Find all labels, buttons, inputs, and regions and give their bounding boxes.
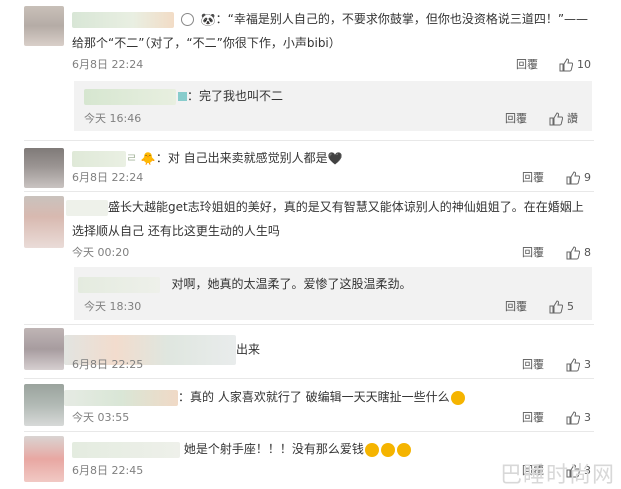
- emoji-icon: [364, 442, 379, 457]
- divider: [24, 191, 594, 192]
- avatar[interactable]: [24, 384, 64, 426]
- like-button[interactable]: 8: [566, 245, 591, 261]
- thumbs-up-icon: [559, 58, 573, 72]
- thumbs-up-icon: [566, 246, 580, 260]
- like-button[interactable]: 10: [559, 57, 591, 73]
- comment-text-cont: 给那个“不二”（对了，“不二”你很下作，小声bibi）: [72, 36, 341, 50]
- username[interactable]: [84, 88, 176, 105]
- timestamp: 今天 00:20: [72, 246, 130, 259]
- emoji-icon: [396, 442, 411, 457]
- divider: [24, 324, 594, 325]
- timestamp: 今天 03:55: [72, 411, 130, 424]
- comment-text: ：真的 人家喜欢就行了 破编辑一天天瞎扯一些什么: [64, 388, 466, 406]
- comment-text: 🐼：“幸福是别人自己的，不要求你鼓掌，但你也没资格说三道四！”——: [72, 10, 588, 29]
- like-button[interactable]: 9: [566, 170, 591, 186]
- timestamp: 6月8日 22:24: [72, 58, 144, 71]
- divider: [24, 378, 594, 379]
- avatar[interactable]: [24, 148, 64, 188]
- timestamp: 6月8日 22:45: [72, 464, 144, 477]
- reply-text: ：完了我也叫不二: [84, 87, 283, 105]
- panda-icon: 🐼: [200, 12, 216, 27]
- reply-text: 对啊，她真的太温柔了。爱惨了这股温柔劲。: [78, 275, 411, 293]
- avatar[interactable]: [24, 436, 64, 482]
- timestamp: 今天 18:30: [84, 300, 142, 313]
- emoji-icon: [380, 442, 395, 457]
- comment-list: 🐼：“幸福是别人自己的，不要求你鼓掌，但你也没资格说三道四！”—— 给那个“不二…: [0, 0, 621, 489]
- timestamp: 6月8日 22:25: [72, 358, 144, 371]
- username[interactable]: [78, 276, 160, 293]
- heart-icon: 🖤: [327, 151, 343, 166]
- avatar[interactable]: [24, 196, 64, 248]
- emoji-icon: [178, 92, 187, 101]
- divider: [24, 431, 594, 432]
- timestamp: 今天 16:46: [84, 112, 142, 125]
- username[interactable]: [72, 150, 126, 167]
- thumbs-up-icon: [549, 300, 563, 314]
- like-button[interactable]: 3: [566, 357, 591, 373]
- thumbs-up-icon: [566, 358, 580, 372]
- like-button[interactable]: 3: [566, 410, 591, 426]
- reply-button[interactable]: 回覆: [522, 410, 544, 426]
- timestamp: 6月8日 22:24: [72, 171, 144, 184]
- username[interactable]: [72, 441, 180, 458]
- reply-button[interactable]: 回覆: [505, 299, 527, 315]
- username[interactable]: [66, 199, 108, 216]
- reply-button[interactable]: 回覆: [522, 357, 544, 373]
- stopwatch-icon: [180, 13, 194, 26]
- reply-button[interactable]: 回覆: [516, 57, 538, 73]
- emoji-icon: 🐥: [140, 151, 156, 166]
- reply-button[interactable]: 回覆: [522, 245, 544, 261]
- thumbs-up-icon: [566, 171, 580, 185]
- username[interactable]: [64, 389, 178, 406]
- thumbs-up-icon: [549, 112, 563, 126]
- emoji-icon: [450, 390, 465, 405]
- avatar[interactable]: [24, 6, 64, 46]
- avatar[interactable]: [24, 328, 64, 370]
- username[interactable]: [72, 11, 174, 28]
- like-button[interactable]: 5: [549, 299, 574, 315]
- reply-button[interactable]: 回覆: [522, 170, 544, 186]
- watermark: 巴睡时尚网: [499, 463, 615, 488]
- comment-text-cont: 选择顺从自己 还有比这更生动的人生吗: [72, 224, 280, 238]
- divider: [24, 140, 594, 141]
- reply-button[interactable]: 回覆: [505, 111, 527, 127]
- like-button[interactable]: 讚: [549, 111, 578, 127]
- comment-text: ㄹ 🐥：对 自己出来卖就感觉别人都是🖤: [72, 149, 343, 168]
- comment-text: 盛长大越能get志玲姐姐的美好，真的是又有智慧又能体谅别人的神仙姐姐了。在在婚姻…: [66, 198, 584, 216]
- comment-text: 她是个射手座！！！没有那么爱钱: [72, 440, 412, 458]
- thumbs-up-icon: [566, 411, 580, 425]
